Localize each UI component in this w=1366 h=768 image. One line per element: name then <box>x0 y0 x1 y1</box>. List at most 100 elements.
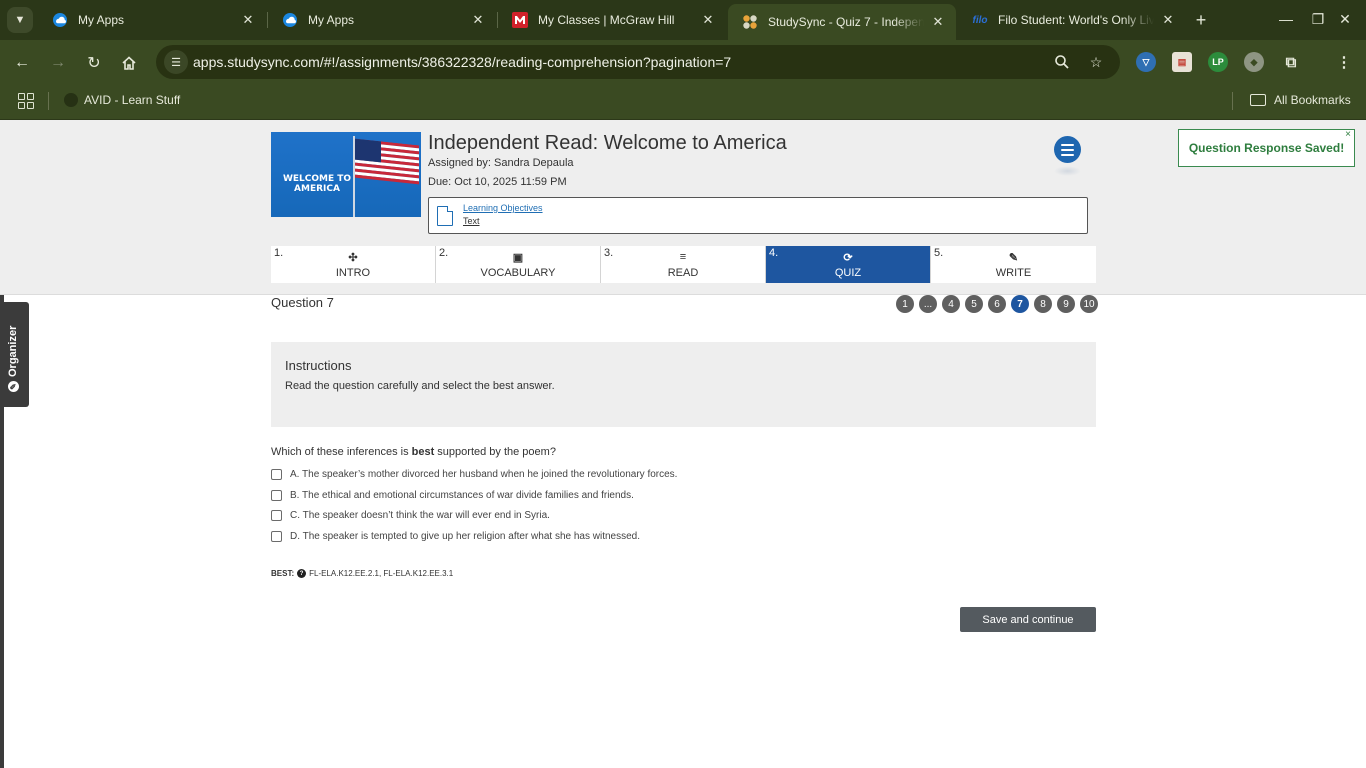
step-vocabulary[interactable]: 2. ▣ VOCABULARY <box>436 246 601 283</box>
tab-title: My Apps <box>308 13 355 27</box>
mcgraw-hill-icon <box>512 12 528 28</box>
step-read[interactable]: 3. ≡ READ <box>601 246 766 283</box>
all-bookmarks[interactable]: All Bookmarks <box>1250 93 1351 107</box>
zoom-icon[interactable] <box>1052 52 1072 72</box>
assignment-steps: 1. ✣ INTRO 2. ▣ VOCABULARY 3. ≡ READ 4. … <box>271 246 1096 283</box>
tab-filo[interactable]: filo Filo Student: World's Only Live Ins… <box>958 4 1186 36</box>
instructions-panel: Instructions Read the question carefully… <box>271 342 1096 427</box>
restore-icon: ❐ <box>1311 10 1325 27</box>
page-ellipsis[interactable]: ... <box>919 295 937 313</box>
extensions-puzzle-icon[interactable]: ⧉ <box>1281 52 1301 72</box>
page-button[interactable]: 9 <box>1057 295 1075 313</box>
answer-option-c[interactable]: C. The speaker doesn’t think the war wil… <box>271 508 550 522</box>
close-icon[interactable]: ✕ <box>240 12 256 28</box>
learning-objectives-link[interactable]: Learning Objectives <box>463 203 543 213</box>
minimize-icon: — <box>1279 11 1293 27</box>
extension-print-icon[interactable]: ▤ <box>1172 52 1192 72</box>
us-flag-icon <box>355 138 419 186</box>
tab-my-apps-1[interactable]: My Apps ✕ <box>38 4 266 36</box>
page-button[interactable]: 10 <box>1080 295 1098 313</box>
back-button[interactable]: ← <box>10 51 34 75</box>
bookmarks-divider <box>1232 92 1233 110</box>
close-window-button[interactable]: ✕ <box>1334 8 1356 30</box>
answer-text: B. The ethical and emotional circumstanc… <box>290 489 634 501</box>
tab-my-apps-2[interactable]: My Apps ✕ <box>268 4 496 36</box>
close-icon[interactable]: ✕ <box>930 14 946 30</box>
learning-objectives-text-link[interactable]: Text <box>463 216 480 226</box>
extension-guard-icon[interactable]: ◆ <box>1244 52 1264 72</box>
tab-studysync[interactable]: StudySync - Quiz 7 - Independent Read: W… <box>728 4 956 40</box>
response-saved-toast: Question Response Saved! × <box>1178 129 1355 167</box>
page-button[interactable]: 5 <box>965 295 983 313</box>
answer-text: A. The speaker’s mother divorced her hus… <box>290 468 678 480</box>
apps-grid-icon[interactable] <box>18 93 34 109</box>
page-button[interactable]: 4 <box>942 295 960 313</box>
answer-checkbox[interactable] <box>271 530 282 542</box>
help-icon[interactable]: ? <box>297 569 307 578</box>
browser-toolbar: ← → ↻ ☰ apps.studysync.com/#!/assignment… <box>0 40 1366 86</box>
tab-title: Filo Student: World's Only Live Instant … <box>998 13 1154 27</box>
close-icon[interactable]: ✕ <box>1160 12 1176 28</box>
step-quiz[interactable]: 4. ⟳ QUIZ <box>766 246 931 283</box>
step-intro[interactable]: 1. ✣ INTRO <box>271 246 436 283</box>
step-label: INTRO <box>335 267 371 279</box>
extension-shield-icon[interactable]: ▽ <box>1136 52 1156 72</box>
step-write[interactable]: 5. ✎ WRITE <box>931 246 1096 283</box>
answer-checkbox[interactable] <box>271 489 282 501</box>
menu-button[interactable] <box>1054 136 1081 163</box>
question-prompt: Which of these inferences is best suppor… <box>271 446 556 458</box>
page-button[interactable]: 6 <box>988 295 1006 313</box>
step-label: WRITE <box>995 267 1032 279</box>
answer-checkbox[interactable] <box>271 468 282 480</box>
step-label: READ <box>667 267 699 279</box>
extension-lp-icon[interactable]: LP <box>1208 52 1228 72</box>
close-icon[interactable]: ✕ <box>470 12 486 28</box>
home-button[interactable] <box>117 51 141 75</box>
star-icon[interactable]: ☆ <box>1086 52 1106 72</box>
restore-button[interactable]: ❐ <box>1307 8 1329 30</box>
reload-button[interactable]: ↻ <box>82 51 106 75</box>
menu-shadow <box>1054 166 1081 176</box>
hamburger-icon <box>1061 143 1074 146</box>
tab-mcgraw-hill[interactable]: My Classes | McGraw Hill ✕ <box>498 4 726 36</box>
minimize-button[interactable]: — <box>1275 8 1297 30</box>
prompt-text: Which of these inferences is <box>271 446 412 458</box>
question-heading: Question 7 <box>271 295 334 310</box>
address-bar[interactable]: ☰ apps.studysync.com/#!/assignments/3863… <box>156 45 1120 79</box>
more-menu-icon[interactable]: ⋮ <box>1334 52 1354 72</box>
organizer-tab[interactable]: ✎ Organizer <box>0 302 29 407</box>
site-info-icon[interactable]: ☰ <box>164 50 188 74</box>
page-button-current[interactable]: 7 <box>1011 295 1029 313</box>
studysync-icon <box>742 14 758 30</box>
onedrive-icon <box>52 12 68 28</box>
write-icon: ✎ <box>1008 252 1019 264</box>
page-button[interactable]: 1 <box>896 295 914 313</box>
forward-button[interactable]: → <box>46 51 70 75</box>
standards-line: BEST: ? FL-ELA.K12.EE.2.1, FL-ELA.K12.EE… <box>271 569 453 578</box>
answer-option-d[interactable]: D. The speaker is tempted to give up her… <box>271 529 640 543</box>
close-icon[interactable]: ✕ <box>700 12 716 28</box>
instructions-text: Read the question carefully and select t… <box>285 380 555 392</box>
plus-icon: + <box>1195 9 1207 30</box>
bookmark-avid[interactable]: AVID - Learn Stuff <box>64 93 180 107</box>
home-icon <box>122 56 136 70</box>
new-tab-button[interactable]: + <box>1190 9 1212 31</box>
intro-icon: ✣ <box>348 252 358 264</box>
tab-strip: ▼ My Apps ✕ My Apps ✕ My Classes | McGra… <box>0 0 1366 40</box>
bookmarks-divider <box>48 92 49 110</box>
arrow-left-icon: ← <box>14 54 30 71</box>
standards-codes: FL-ELA.K12.EE.2.1, FL-ELA.K12.EE.3.1 <box>309 569 454 578</box>
organizer-icon: ✎ <box>7 381 19 392</box>
answer-option-a[interactable]: A. The speaker’s mother divorced her hus… <box>271 467 677 481</box>
close-icon[interactable]: × <box>1345 129 1351 140</box>
tab-search-button[interactable]: ▼ <box>7 7 33 33</box>
vocabulary-icon: ▣ <box>512 252 524 264</box>
url-text[interactable]: apps.studysync.com/#!/assignments/386322… <box>193 54 731 70</box>
answer-checkbox[interactable] <box>271 509 282 521</box>
answer-option-b[interactable]: B. The ethical and emotional circumstanc… <box>271 488 634 502</box>
organizer-label: Organizer <box>7 325 19 377</box>
step-label: QUIZ <box>834 267 862 279</box>
bookmark-label: AVID - Learn Stuff <box>84 93 181 107</box>
save-and-continue-button[interactable]: Save and continue <box>960 607 1096 632</box>
page-button[interactable]: 8 <box>1034 295 1052 313</box>
